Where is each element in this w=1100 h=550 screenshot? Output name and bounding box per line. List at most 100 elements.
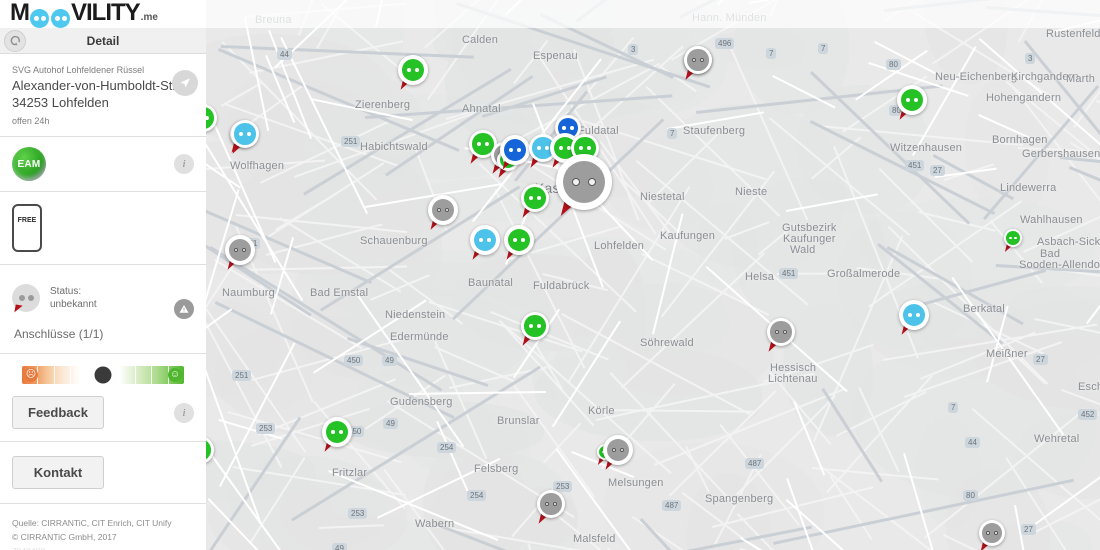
map-place-label: Hohengandern: [986, 92, 1062, 104]
highway-shield: 80: [886, 59, 901, 70]
network-card: EAM i: [0, 137, 206, 192]
highway-shield: 451: [905, 160, 925, 171]
marker-eye: [529, 195, 534, 201]
charge-marker-gray[interactable]: [979, 520, 1005, 550]
marker-ring: [603, 435, 633, 465]
detail-sidebar: M VILITY .me Detail SVG Autohof Lohfelde…: [0, 0, 206, 550]
marker-ring: [521, 312, 549, 340]
marker-disc: [401, 58, 425, 82]
map-place-label: Ahnatal: [462, 103, 501, 115]
marker-eye: [558, 145, 563, 151]
feedback-row: Feedback i: [0, 396, 206, 429]
charge-marker-green[interactable]: [504, 225, 534, 263]
marker-eye: [907, 312, 912, 318]
charge-marker-green[interactable]: [322, 417, 352, 455]
charge-marker-green[interactable]: [521, 312, 549, 348]
highway-shield: 254: [467, 490, 487, 501]
marker-eye: [246, 131, 251, 137]
map-place-label: Staufenberg: [683, 125, 746, 137]
charge-marker-blue[interactable]: [500, 135, 530, 173]
marker-disc: [507, 228, 531, 252]
moovility-logo[interactable]: M VILITY .me: [10, 0, 158, 28]
feedback-button[interactable]: Feedback: [12, 396, 104, 429]
charge-marker-lightblue[interactable]: [470, 225, 500, 263]
marker-disc: [900, 88, 924, 112]
eam-operator-badge: EAM: [12, 147, 46, 181]
map-place-label: Calden: [462, 34, 499, 46]
highway-shield: 253: [256, 423, 276, 434]
marker-disc: [473, 228, 497, 252]
logo-eye-circle-2: [51, 8, 70, 28]
marker-disc: [562, 160, 606, 204]
charge-marker-gray[interactable]: [428, 195, 458, 233]
charge-marker-gray[interactable]: [684, 46, 712, 82]
marker-eye: [572, 177, 581, 187]
charge-marker-lightblue[interactable]: [231, 120, 259, 156]
map-place-label: Rustenfelde: [1046, 28, 1100, 40]
map-place-label: Witzenhausen: [890, 142, 963, 154]
highway-shield: 251: [341, 136, 361, 147]
charge-marker-green[interactable]: [897, 85, 927, 123]
map-place-label: Großalmerode: [827, 268, 901, 280]
map-place-label: Fritzlar: [332, 467, 368, 479]
slider-knob[interactable]: [94, 366, 112, 384]
marker-eye: [782, 329, 787, 335]
marker-eye: [545, 501, 550, 507]
selected-charge-marker[interactable]: [556, 154, 612, 220]
charge-marker-lightblue[interactable]: [899, 300, 929, 338]
street-address: Alexander-von-Humboldt-Straß: [12, 78, 192, 93]
charge-marker-green[interactable]: [521, 184, 549, 220]
charge-plug-icon: [12, 284, 40, 314]
marker-ring: [899, 300, 929, 330]
warning-triangle-glyph: [179, 305, 189, 313]
marker-eye: [330, 429, 335, 435]
navigation-arrow-icon[interactable]: [172, 70, 198, 96]
highway-shield: 27: [1021, 524, 1036, 535]
navigation-arrow-glyph: [180, 78, 190, 88]
marker-eye: [1009, 236, 1012, 240]
info-icon[interactable]: i: [174, 402, 194, 423]
map-place-label: Gerbershausen: [1022, 148, 1100, 160]
map-place-label: Lichtenau: [768, 373, 818, 385]
status-label: Status:: [50, 286, 82, 297]
highway-shield: 44: [277, 49, 292, 60]
rating-slider[interactable]: ☹ ☺: [22, 366, 184, 384]
marker-ring: [897, 85, 927, 115]
marker-ring: [428, 195, 458, 225]
marker-eye: [487, 237, 492, 243]
map-place-label: Habichtswald: [360, 141, 428, 153]
kontakt-button[interactable]: Kontakt: [12, 456, 104, 489]
marker-ring: [521, 184, 549, 212]
marker-disc: [902, 303, 926, 327]
charge-marker-green-small[interactable]: [1004, 229, 1022, 254]
map-place-label: Marth: [1066, 73, 1096, 85]
charge-marker-gray[interactable]: [225, 235, 255, 273]
marker-eye: [986, 531, 991, 535]
back-arrow-icon[interactable]: [4, 29, 26, 52]
charge-marker-gray[interactable]: [603, 435, 633, 473]
info-icon[interactable]: i: [174, 154, 194, 174]
map-place-label: Baunatal: [468, 277, 514, 289]
rating-slider-wrap: ☹ ☺: [0, 362, 206, 396]
charge-marker-gray[interactable]: [767, 318, 795, 354]
map-place-label: Söhrewald: [640, 337, 694, 349]
marker-eye: [579, 145, 584, 151]
status-row: Status: unbekannt: [12, 275, 194, 321]
charge-marker-green[interactable]: [398, 55, 428, 93]
marker-eye: [478, 237, 483, 243]
warning-icon[interactable]: [174, 299, 194, 319]
map-place-label: Espenau: [533, 50, 578, 62]
map-place-label: Malsfeld: [573, 533, 616, 545]
plug-flag: [14, 304, 23, 314]
brand-header: M VILITY .me: [0, 0, 206, 28]
free-label: FREE: [17, 217, 37, 224]
marker-ring: [231, 120, 259, 148]
map-place-label: Naumburg: [222, 287, 275, 299]
address-card: SVG Autohof Lohfeldener Rüssel Alexander…: [0, 54, 206, 137]
marker-eye: [529, 323, 534, 329]
marker-disc: [431, 198, 455, 222]
map-place-label: Spangenberg: [705, 493, 774, 505]
marker-eye: [484, 141, 489, 147]
connector-count: Anschlüsse (1/1): [14, 327, 104, 341]
charge-marker-gray[interactable]: [537, 490, 565, 526]
